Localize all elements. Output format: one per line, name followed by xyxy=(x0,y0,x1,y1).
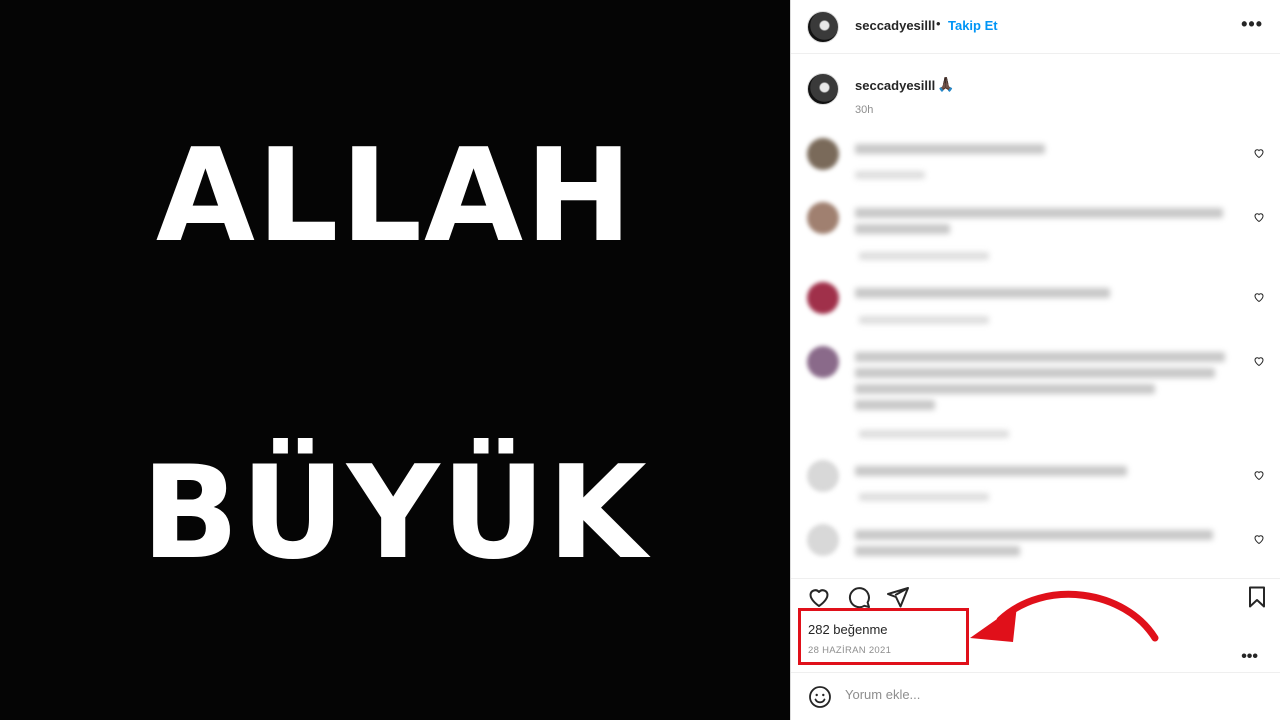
blurred-comment-text xyxy=(855,224,950,234)
more-options-icon[interactable]: ••• xyxy=(1241,14,1263,35)
comment-like-heart-icon[interactable] xyxy=(1253,355,1265,367)
post-image-text-line-1: ALLAH xyxy=(155,122,635,271)
highlight-box xyxy=(798,608,969,665)
post-header: seccadyesilll • Takip Et ••• xyxy=(791,0,1280,54)
blurred-comment-text xyxy=(855,208,1223,218)
blurred-comment-text xyxy=(855,288,1110,298)
comment-input-bar xyxy=(791,672,1280,720)
blurred-comment-meta xyxy=(859,252,989,260)
red-arrow-annotation xyxy=(970,590,1159,642)
share-icon[interactable] xyxy=(886,585,910,609)
caption-avatar[interactable] xyxy=(807,73,839,105)
post-image[interactable]: ALLAH BÜYÜK xyxy=(0,0,790,720)
comment-like-heart-icon[interactable] xyxy=(1253,147,1265,159)
author-username[interactable]: seccadyesilll xyxy=(855,18,935,33)
comment-avatar[interactable] xyxy=(807,202,839,234)
comment-avatar[interactable] xyxy=(807,282,839,314)
emoji-icon[interactable] xyxy=(808,685,832,709)
heart-icon[interactable] xyxy=(807,585,831,609)
blurred-comment-text xyxy=(855,530,1213,540)
separator-dot: • xyxy=(936,16,941,31)
follow-button[interactable]: Takip Et xyxy=(948,18,998,33)
blurred-comment-meta xyxy=(859,430,1009,438)
blurred-comment-text xyxy=(855,384,1155,394)
blurred-comment-meta xyxy=(855,171,925,179)
post-image-text-line-2: BÜYÜK xyxy=(141,439,649,588)
comment-like-heart-icon[interactable] xyxy=(1253,469,1265,481)
praying-hands-emoji: 🙏🏿 xyxy=(937,76,955,92)
caption-username[interactable]: seccadyesilll xyxy=(855,78,935,93)
comment-avatar[interactable] xyxy=(807,524,839,556)
comment-like-heart-icon[interactable] xyxy=(1253,533,1265,545)
blurred-comment-text xyxy=(855,400,935,410)
comment-avatar[interactable] xyxy=(807,460,839,492)
comment-like-heart-icon[interactable] xyxy=(1253,211,1265,223)
comment-input[interactable] xyxy=(845,687,1225,702)
blurred-comment-text xyxy=(855,466,1127,476)
author-avatar[interactable] xyxy=(807,11,839,43)
comment-like-heart-icon[interactable] xyxy=(1253,291,1265,303)
more-options-icon[interactable]: ••• xyxy=(1241,648,1258,666)
caption-time[interactable]: 30h xyxy=(855,104,873,116)
blurred-comment-text xyxy=(855,144,1045,154)
blurred-comment-text xyxy=(855,352,1225,362)
comment-icon[interactable] xyxy=(847,585,871,609)
bookmark-icon[interactable] xyxy=(1245,585,1269,609)
blurred-comment-text xyxy=(855,546,1020,556)
blurred-comment-meta xyxy=(859,493,989,501)
blurred-comment-text xyxy=(855,368,1215,378)
comment-avatar[interactable] xyxy=(807,346,839,378)
blurred-comment-meta xyxy=(859,316,989,324)
comment-avatar[interactable] xyxy=(807,138,839,170)
